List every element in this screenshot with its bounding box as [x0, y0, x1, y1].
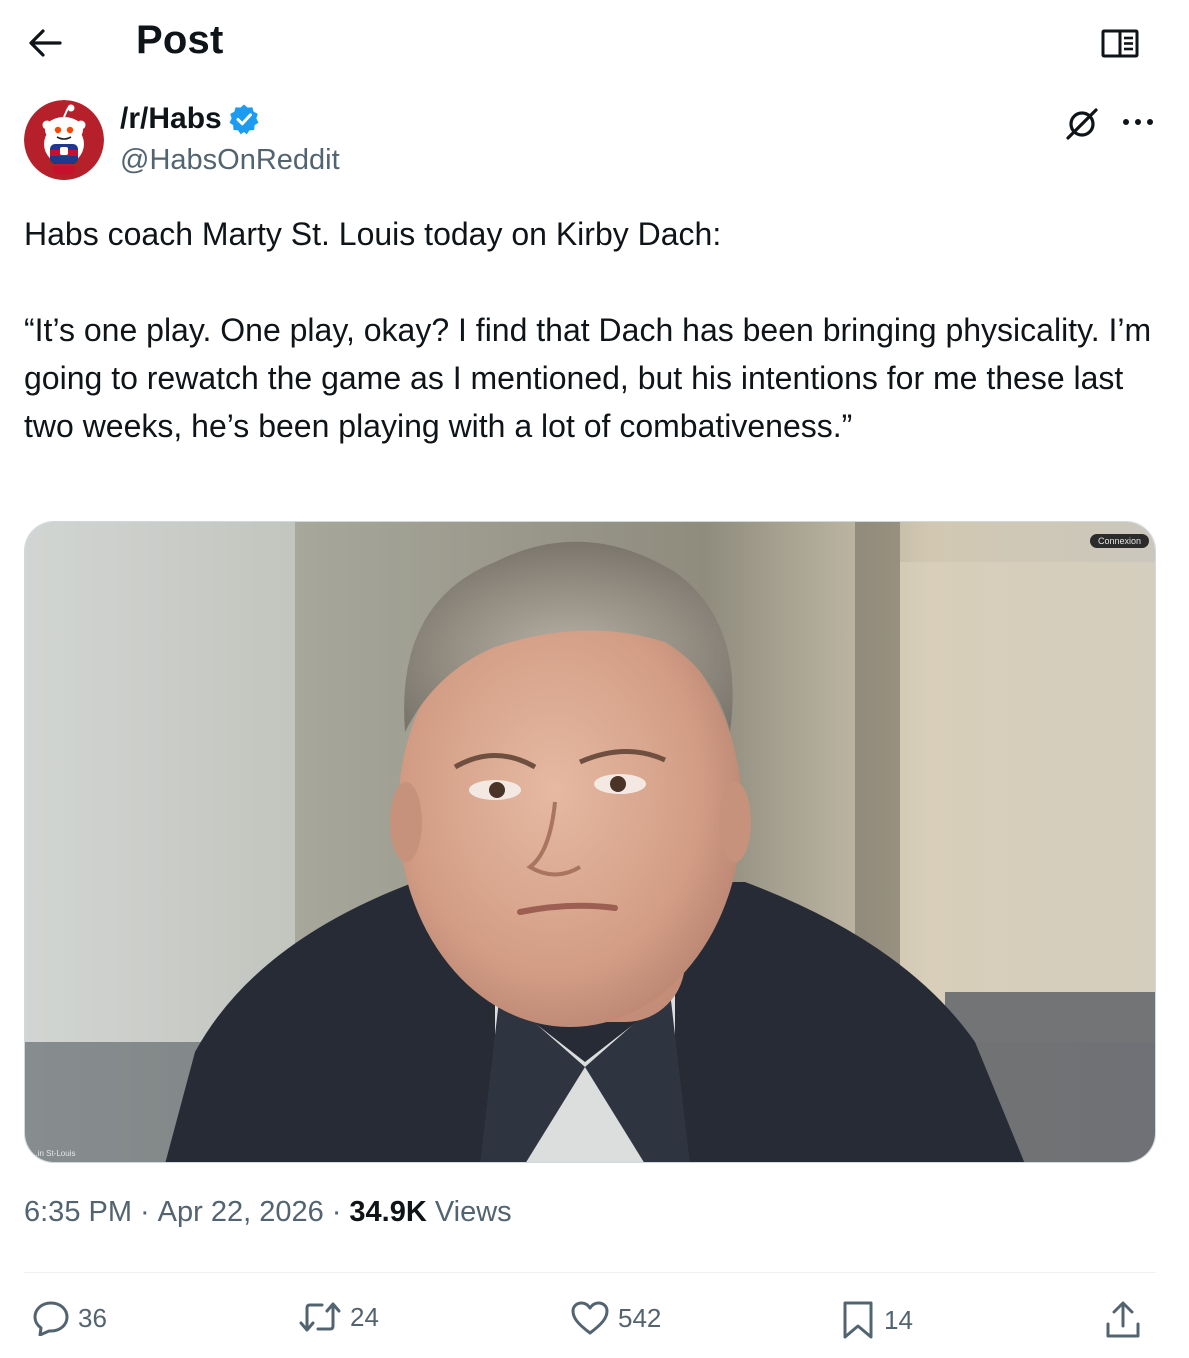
video-frame-image: [25, 522, 1155, 1162]
author-name-text: /r/Habs: [120, 102, 222, 135]
arrow-left-icon: [29, 29, 62, 57]
back-button[interactable]: [22, 22, 68, 64]
views-label: Views: [434, 1196, 512, 1228]
repost-button[interactable]: 24: [298, 1300, 379, 1334]
verified-badge-icon: [228, 103, 260, 135]
author-handle[interactable]: @HabsOnReddit: [120, 144, 340, 177]
reddit-snoo-logo-icon: [24, 100, 104, 180]
page-title: Post: [136, 18, 224, 62]
like-count: 542: [618, 1302, 662, 1333]
separator-dot: ·: [331, 1196, 342, 1228]
grok-button[interactable]: [1062, 104, 1102, 144]
share-icon: [1106, 1301, 1140, 1338]
reader-mode-button[interactable]: [1098, 24, 1142, 64]
reply-button[interactable]: 36: [32, 1300, 107, 1336]
header-bar: Post: [0, 0, 1189, 86]
post-video[interactable]: Connexion ...in St-Louis: [24, 521, 1156, 1163]
like-button[interactable]: 542: [570, 1300, 661, 1336]
grok-icon: [1066, 108, 1098, 140]
bookmark-icon: [843, 1301, 873, 1339]
post-text: Habs coach Marty St. Louis today on Kirb…: [24, 210, 1154, 450]
author-name[interactable]: /r/Habs: [120, 102, 260, 136]
post-meta: 6:35 PM · Apr 22, 2026 · 34.9K Views: [24, 1196, 512, 1229]
post-time[interactable]: 6:35 PM: [24, 1196, 132, 1229]
post-date[interactable]: Apr 22, 2026: [158, 1196, 324, 1229]
bookmark-count: 14: [884, 1304, 913, 1335]
separator-dot: ·: [140, 1196, 150, 1228]
share-button[interactable]: [1104, 1300, 1142, 1340]
views-count: 34.9K: [349, 1196, 427, 1228]
more-dots-icon: [1123, 119, 1153, 125]
bookmark-button[interactable]: 14: [840, 1300, 913, 1340]
reply-icon: [33, 1301, 69, 1336]
repost-icon: [299, 1302, 341, 1332]
divider: [24, 1272, 1156, 1273]
heart-icon: [571, 1301, 609, 1335]
post-quote: “It’s one play. One play, okay? I find t…: [24, 312, 1152, 444]
repost-count: 24: [350, 1301, 379, 1332]
reply-count: 36: [78, 1302, 107, 1333]
more-options-button[interactable]: [1118, 104, 1158, 140]
action-bar: 36 24 542 14: [0, 1290, 1189, 1356]
avatar[interactable]: [24, 100, 104, 180]
post-text-line: Habs coach Marty St. Louis today on Kirb…: [24, 216, 722, 252]
video-name-tag: ...in St-Louis: [31, 1149, 76, 1158]
book-open-icon: [1101, 29, 1139, 58]
video-badge: Connexion: [1089, 534, 1149, 548]
